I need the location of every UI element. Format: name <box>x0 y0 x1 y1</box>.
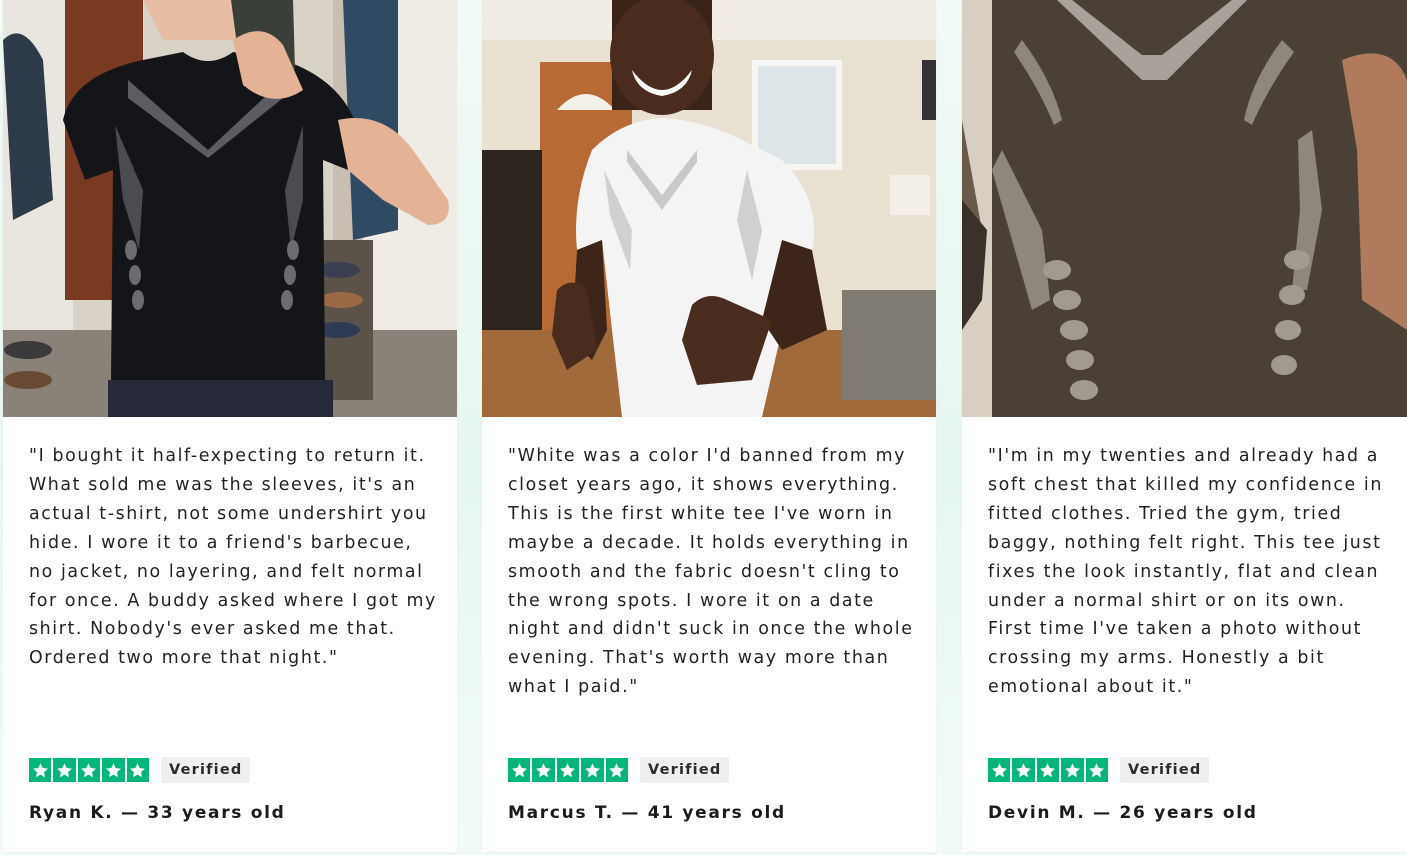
review-card: "I'm in my twenties and already had a so… <box>962 0 1407 852</box>
star-icon <box>581 758 604 782</box>
review-photo-white-shirt <box>482 0 936 417</box>
star-icon <box>556 758 580 782</box>
review-quote: "I'm in my twenties and already had a so… <box>988 446 1383 698</box>
star-icon <box>605 758 628 782</box>
star-icon <box>1061 758 1084 782</box>
review-quote: "I bought it half-expecting to return it… <box>29 446 437 669</box>
star-icon <box>126 758 149 782</box>
star-icon <box>1085 758 1108 782</box>
verified-badge: Verified <box>639 757 730 783</box>
verified-badge: Verified <box>1119 757 1210 783</box>
star-icon <box>1012 758 1035 782</box>
verified-badge: Verified <box>160 757 251 783</box>
star-icon <box>53 758 76 782</box>
star-icon <box>988 758 1011 782</box>
star-icon <box>532 758 555 782</box>
star-rating <box>29 758 149 782</box>
review-photo-black-shirt <box>3 0 457 417</box>
review-author: Ryan K. — 33 years old <box>29 803 286 823</box>
rating-row: Verified <box>508 757 730 783</box>
star-icon <box>77 758 101 782</box>
star-icon <box>508 758 531 782</box>
review-photo-brown-shirt <box>962 0 1407 417</box>
review-card: "I bought it half-expecting to return it… <box>3 0 457 852</box>
star-rating <box>988 758 1108 782</box>
star-icon <box>1036 758 1060 782</box>
rating-row: Verified <box>29 757 251 783</box>
rating-row: Verified <box>988 757 1210 783</box>
reviews-grid: "I bought it half-expecting to return it… <box>0 0 1407 855</box>
star-rating <box>508 758 628 782</box>
star-icon <box>102 758 125 782</box>
star-icon <box>29 758 52 782</box>
review-author: Devin M. — 26 years old <box>988 803 1258 823</box>
review-author: Marcus T. — 41 years old <box>508 803 786 823</box>
review-card: "White was a color I'd banned from my cl… <box>482 0 936 852</box>
review-quote: "White was a color I'd banned from my cl… <box>508 446 914 698</box>
